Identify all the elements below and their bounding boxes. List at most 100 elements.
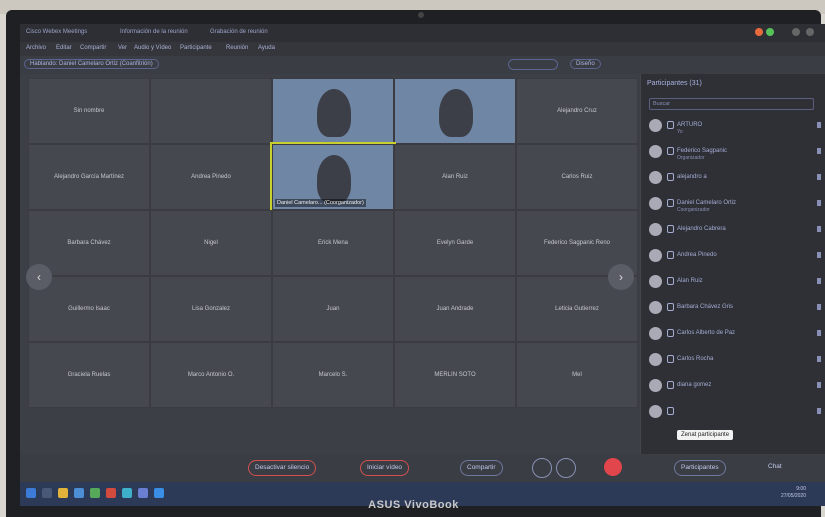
reactions-icon[interactable]	[556, 458, 576, 478]
participant-row[interactable]: Carlos Rocha	[649, 350, 825, 368]
participant-tile[interactable]: Graciela Ruelas	[28, 342, 150, 408]
microphone-icon[interactable]	[667, 199, 674, 207]
participant-row[interactable]: Barbara Chávez Gris	[649, 298, 825, 316]
participant-tile-name: Mel	[572, 372, 582, 378]
menu-compartir[interactable]: Compartir	[80, 45, 106, 51]
participant-row[interactable]: Alan Ruiz	[649, 272, 825, 290]
chat-button[interactable]: Chat	[762, 460, 788, 474]
title-bar: Cisco Webex Meetings Información de la r…	[20, 24, 825, 42]
participant-row[interactable]: Daniel Camelaro Ortiz Coorganizador	[649, 194, 825, 213]
microphone-icon[interactable]	[667, 251, 674, 259]
next-page-icon[interactable]: ›	[608, 264, 634, 290]
participant-tile[interactable]: Juan Andrade	[394, 276, 516, 342]
participant-row[interactable]: Alejandro Cabrera	[649, 220, 825, 238]
participant-name: ARTURO	[677, 122, 703, 128]
app-icon[interactable]	[106, 488, 116, 498]
menu-editar[interactable]: Editar	[56, 45, 72, 51]
share-button[interactable]: Compartir	[460, 460, 503, 476]
participant-row[interactable]: alejandro a	[649, 168, 825, 186]
avatar	[649, 249, 662, 262]
microphone-icon[interactable]	[667, 173, 674, 181]
tab-webex[interactable]: Cisco Webex Meetings	[26, 29, 87, 35]
menu-bar: Archivo Editar Compartir Ver Audio y Víd…	[20, 42, 825, 56]
status-icon	[817, 122, 821, 128]
participant-tile-name: Guillermo Isaac	[68, 306, 110, 312]
participant-tile[interactable]: Erick Mena	[272, 210, 394, 276]
folder-icon[interactable]	[58, 488, 68, 498]
tab-meeting-info[interactable]: Información de la reunión	[120, 29, 188, 35]
participant-tile[interactable]: Sin nombre	[28, 78, 150, 144]
microphone-icon[interactable]	[667, 355, 674, 363]
participant-tile[interactable]: Evelyn Garde	[394, 210, 516, 276]
participant-tile[interactable]: Nigel	[150, 210, 272, 276]
tab-recording[interactable]: Grabación de reunión	[210, 29, 268, 35]
participant-tile[interactable]: Daniel Camelaro... (Coorganizador)	[270, 142, 396, 212]
microphone-icon[interactable]	[667, 329, 674, 337]
leave-meeting-icon[interactable]	[604, 458, 622, 476]
participant-tile[interactable]	[272, 78, 394, 144]
microphone-icon[interactable]	[667, 381, 674, 389]
menu-participante[interactable]: Participante	[180, 45, 212, 51]
participant-tile[interactable]: Marco Antonio O.	[150, 342, 272, 408]
participant-tile[interactable]: Mel	[516, 342, 638, 408]
menu-audio-video[interactable]: Audio y Vídeo	[134, 45, 171, 51]
unmute-button[interactable]: Desactivar silencio	[248, 460, 317, 476]
participant-tile[interactable]: Andrea Pinedo	[150, 144, 272, 210]
layout-button[interactable]: Diseño	[570, 59, 601, 69]
zoom-slider[interactable]	[508, 59, 558, 70]
webex-icon[interactable]	[122, 488, 132, 498]
edge-icon[interactable]	[74, 488, 84, 498]
participant-tile[interactable]	[150, 78, 272, 144]
participant-row[interactable]: Andrea Pinedo	[649, 246, 825, 264]
menu-ayuda[interactable]: Ayuda	[258, 45, 275, 51]
participant-tile[interactable]: Marcelo S.	[272, 342, 394, 408]
participant-tile[interactable]: Alejandro Cruz	[516, 78, 638, 144]
participant-row[interactable]	[649, 402, 825, 420]
mail-icon[interactable]	[138, 488, 148, 498]
prev-page-icon[interactable]: ‹	[26, 264, 52, 290]
microphone-icon[interactable]	[667, 121, 674, 129]
meeting-controls: Desactivar silencio Iniciar vídeo Compar…	[20, 454, 825, 482]
microphone-icon[interactable]	[667, 277, 674, 285]
participant-row[interactable]: Carlos Alberto de Paz	[649, 324, 825, 342]
participants-header: Participantes (31)	[647, 80, 702, 87]
menu-ver[interactable]: Ver	[118, 45, 127, 51]
participant-tile[interactable]: Alejandro García Martínez	[28, 144, 150, 210]
participant-row[interactable]: diana gomez	[649, 376, 825, 394]
participant-tile[interactable]	[394, 78, 516, 144]
microphone-icon[interactable]	[667, 225, 674, 233]
participant-tile-name: Graciela Ruelas	[67, 372, 111, 378]
start-video-button[interactable]: Iniciar vídeo	[360, 460, 410, 476]
participant-tile[interactable]: MERLIN SOTO	[394, 342, 516, 408]
menu-reunion[interactable]: Reunión	[226, 45, 248, 51]
participant-row[interactable]: ARTURO Yo	[649, 116, 825, 135]
search-icon[interactable]	[42, 488, 52, 498]
clock-time: 9:00	[796, 486, 806, 492]
participant-tile[interactable]: Juan	[272, 276, 394, 342]
share-label: Compartir	[467, 464, 496, 471]
more-options-icon[interactable]	[532, 458, 552, 478]
minimize-icon[interactable]	[792, 28, 800, 36]
microphone-icon[interactable]	[667, 303, 674, 311]
connection-icon	[766, 28, 774, 36]
store-icon[interactable]	[90, 488, 100, 498]
participant-tile[interactable]: Carlos Ruiz	[516, 144, 638, 210]
participant-tile[interactable]: Lisa Gonzalez	[150, 276, 272, 342]
windows-start-icon[interactable]	[26, 488, 36, 498]
participant-search-input[interactable]: Buscar	[649, 98, 814, 110]
participant-name: Carlos Alberto de Paz	[677, 330, 736, 336]
participants-button[interactable]: Participantes	[674, 460, 726, 476]
menu-archivo[interactable]: Archivo	[26, 45, 46, 51]
avatar	[649, 327, 662, 340]
status-icon	[817, 278, 821, 284]
participant-row[interactable]: Federico Sagpanic Organizador	[649, 142, 825, 161]
close-icon[interactable]	[806, 28, 814, 36]
record-indicator-icon	[755, 28, 763, 36]
chrome-icon[interactable]	[154, 488, 164, 498]
participant-tile-name: Nigel	[204, 240, 218, 246]
meeting-toolbar: Hablando: Daniel Camelaro Ortiz (Coanfit…	[20, 56, 640, 74]
microphone-icon[interactable]	[667, 407, 674, 415]
participant-tile[interactable]: Alan Ruiz	[394, 144, 516, 210]
microphone-icon[interactable]	[667, 147, 674, 155]
participants-panel: Participantes (31) Buscar ARTURO Yo Federi…	[640, 74, 825, 454]
